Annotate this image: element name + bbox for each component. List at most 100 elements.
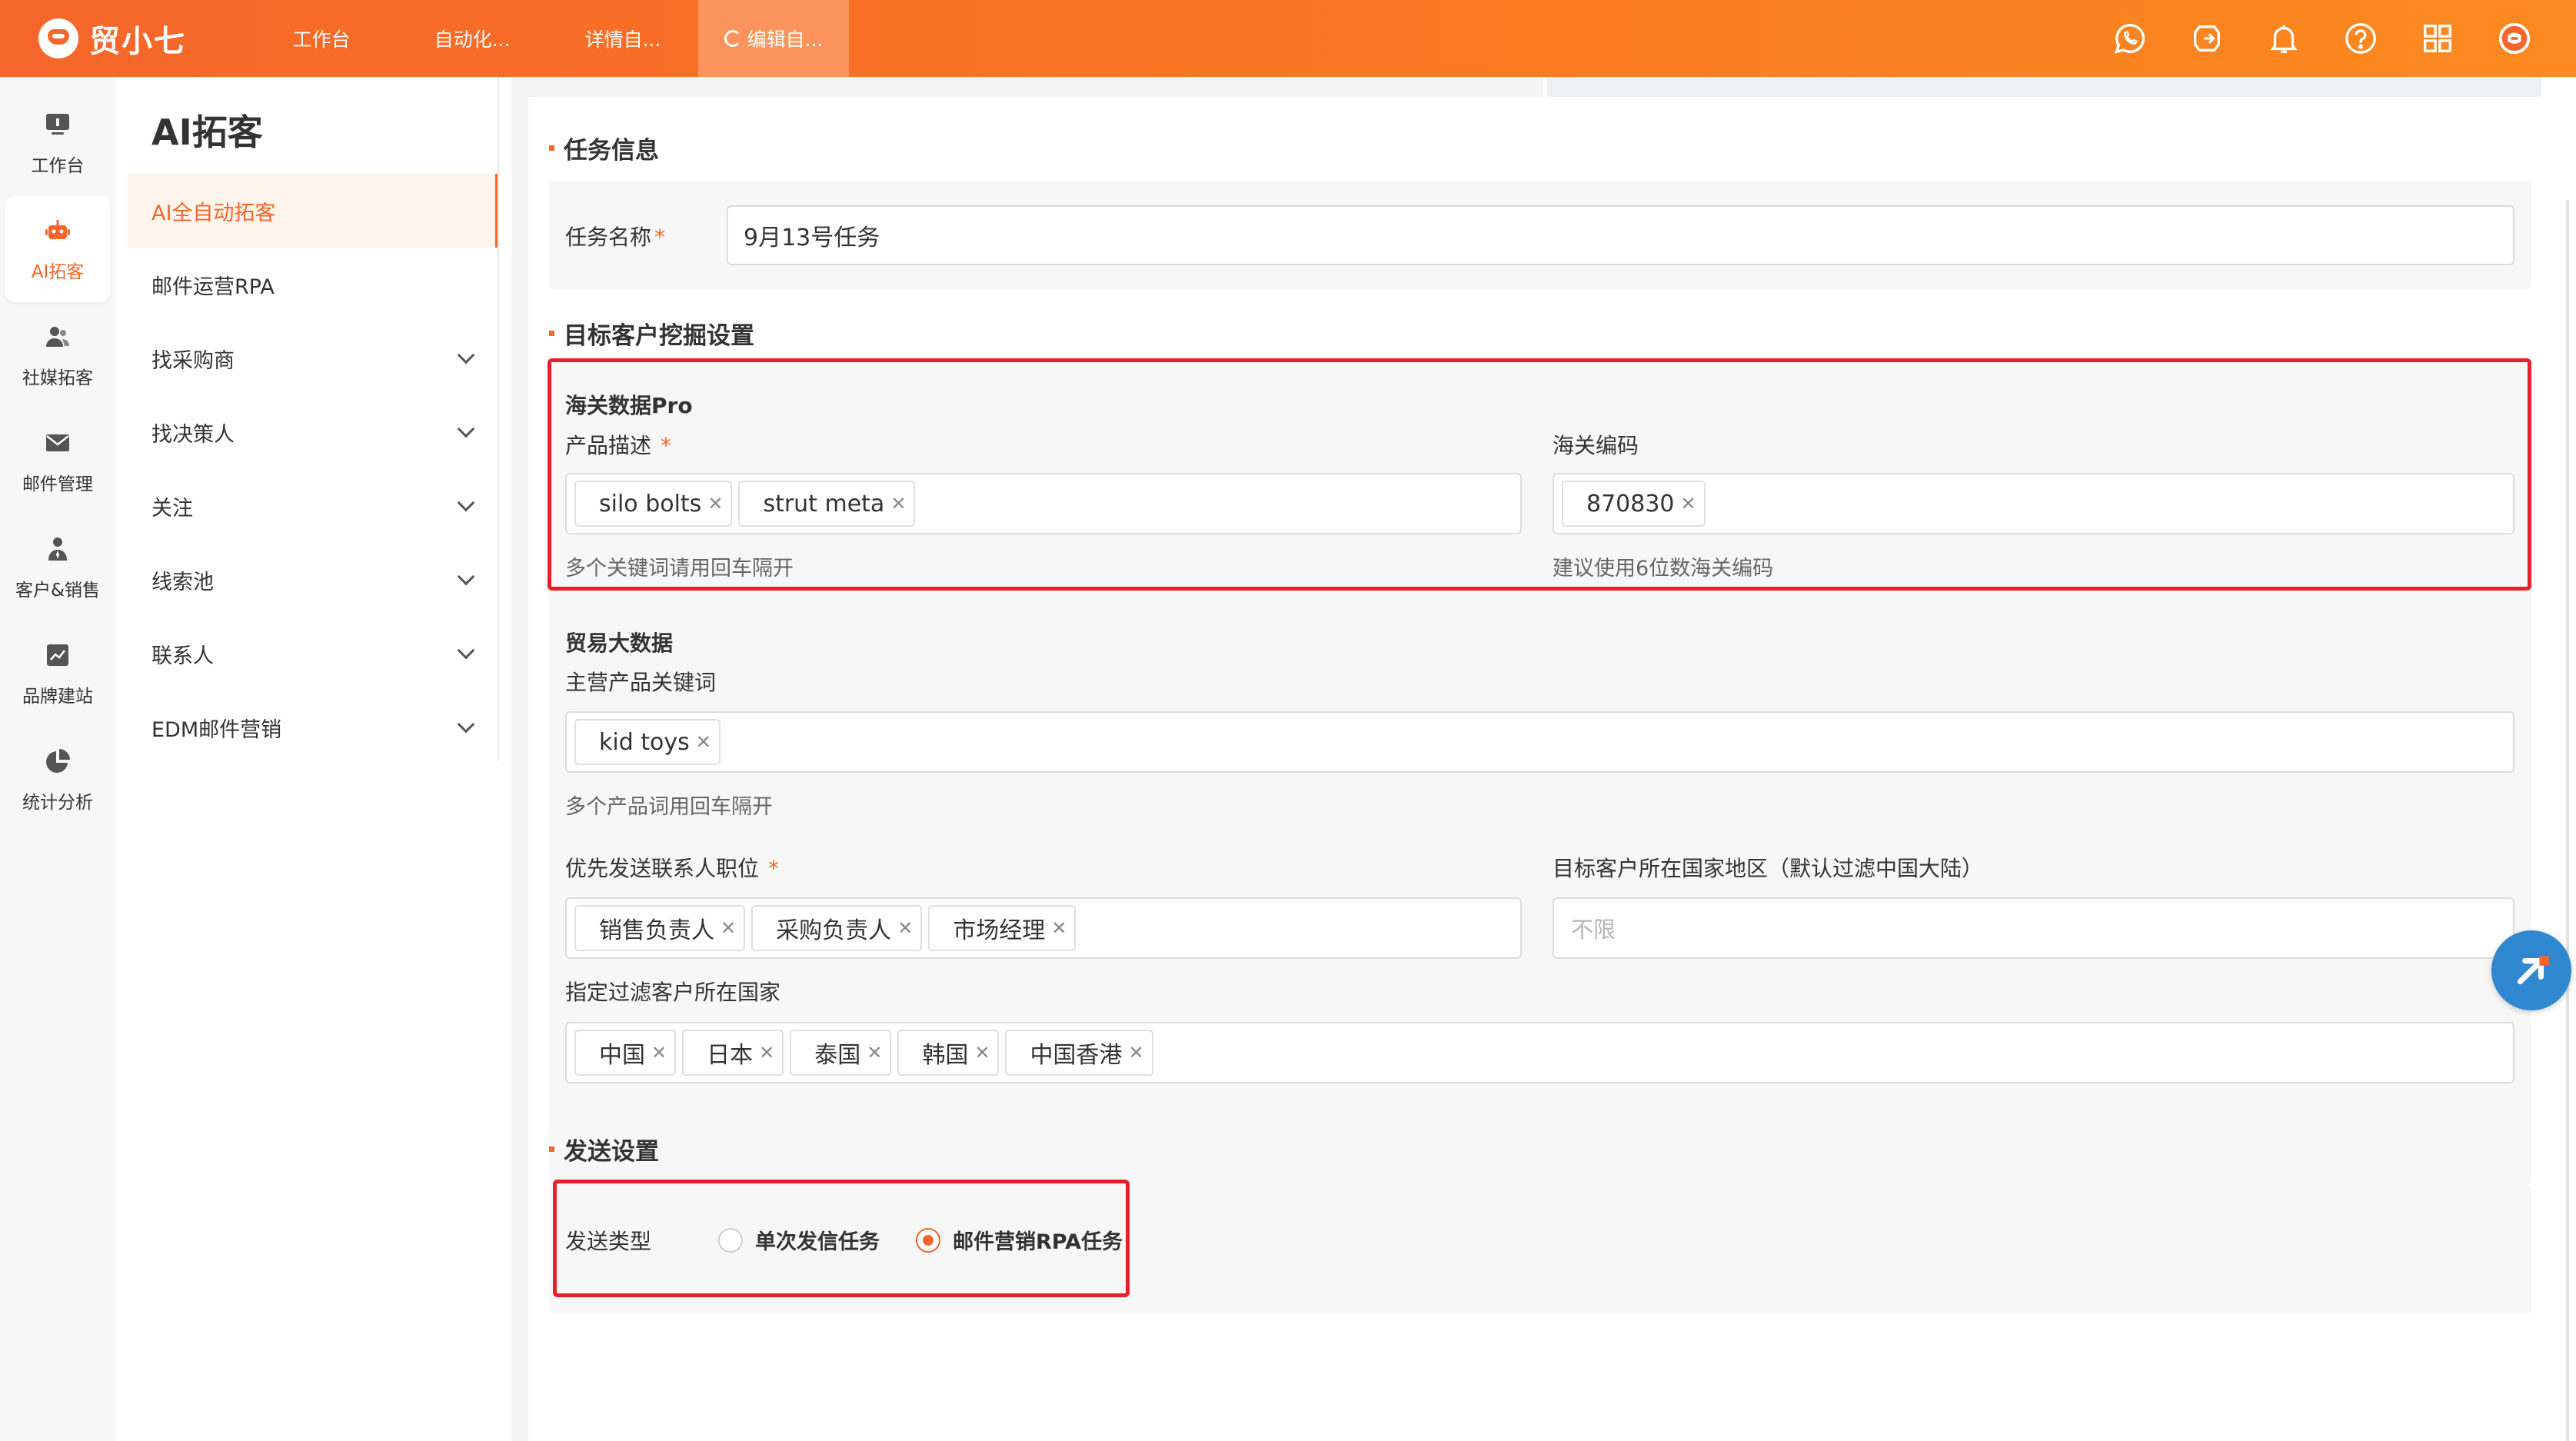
tag-text: 销售负责人 [599, 917, 714, 944]
task-name-label-text: 任务名称 [565, 225, 652, 250]
rail-item-brand-site[interactable]: 品牌建站 [5, 621, 110, 727]
subnav-item-find-buyers[interactable]: 找采购商 [128, 321, 500, 395]
app-logo[interactable]: 贸小七 [38, 16, 246, 61]
top-tab-edit-label: 编辑自... [747, 28, 824, 51]
rail-label: 品牌建站 [22, 687, 93, 707]
main-product-keywords-hint: 多个产品词用回车隔开 [565, 795, 773, 819]
chevron-down-icon [457, 346, 475, 364]
subnav-divider [498, 77, 499, 761]
monitor-icon [42, 109, 73, 140]
rail-item-mail[interactable]: 邮件管理 [5, 408, 110, 514]
chevron-down-icon [457, 715, 475, 734]
section-title-task-info: 任务信息 [549, 131, 659, 165]
chart-board-icon [42, 640, 73, 671]
tag-close-icon[interactable]: ✕ [867, 1042, 882, 1063]
positions-label-text: 优先发送联系人职位 [565, 856, 760, 881]
tag-close-icon[interactable]: ✕ [1128, 1042, 1143, 1063]
content-gutter [511, 77, 528, 1441]
tag-close-icon[interactable]: ✕ [721, 917, 736, 939]
rail-label: 统计分析 [22, 793, 93, 813]
chevron-down-icon [457, 567, 475, 586]
rail-label: AI拓客 [31, 262, 85, 282]
subnav-label: 关注 [151, 496, 193, 521]
left-rail: 工作台 AI拓客 社媒拓客 邮件管理 客户&销售 品牌建站 统计分析 [0, 77, 115, 1441]
robot-icon [42, 215, 73, 246]
tag-close-icon[interactable]: ✕ [696, 731, 711, 753]
logo-icon [38, 18, 78, 58]
subnav-title: AI拓客 [151, 111, 263, 153]
help-icon[interactable] [2322, 0, 2399, 77]
main-product-keywords-input[interactable]: kid toys ✕ [565, 711, 2514, 773]
tag-text: 韩国 [922, 1042, 969, 1069]
scrollbar[interactable] [2566, 200, 2569, 1441]
top-tab-automation[interactable]: 自动化... [397, 0, 547, 77]
subnav-label: 找决策人 [151, 422, 235, 447]
positions-tag-input[interactable]: 销售负责人 ✕ 采购负责人 ✕ 市场经理 ✕ [565, 897, 1522, 959]
subnav-item-contacts[interactable]: 联系人 [128, 617, 500, 691]
rail-item-workbench[interactable]: 工作台 [5, 90, 110, 196]
required-mark: * [768, 856, 780, 881]
rail-item-ai-prospect[interactable]: AI拓客 [5, 196, 110, 302]
top-strip [528, 77, 1543, 97]
section-title-target: 目标客户挖掘设置 [549, 316, 754, 351]
subnav-label: 邮件运营RPA [151, 275, 275, 299]
subnav-item-lead-pool[interactable]: 线索池 [128, 543, 500, 617]
mail-icon [42, 428, 73, 458]
exclude-countries-label: 指定过滤客户所在国家 [565, 980, 781, 1005]
loading-icon [724, 30, 741, 47]
trade-data-title: 贸易大数据 [565, 631, 674, 656]
tag-close-icon[interactable]: ✕ [897, 917, 913, 939]
tag: 泰国 ✕ [790, 1030, 892, 1076]
required-mark: * [654, 225, 666, 250]
chevron-down-icon [457, 420, 475, 438]
subnav-item-edm[interactable]: EDM邮件营销 [128, 691, 500, 764]
tag: 中国 ✕ [574, 1030, 677, 1076]
users-icon [42, 321, 73, 352]
region-select[interactable]: 不限 [1553, 897, 2514, 959]
subnav-label: AI全自动拓客 [151, 201, 276, 225]
subnav-item-find-decision-makers[interactable]: 找决策人 [128, 395, 500, 469]
pie-chart-icon [42, 746, 73, 777]
highlight-box-send-type [553, 1180, 1130, 1297]
rail-label: 工作台 [31, 156, 85, 176]
tag: 中国香港 ✕ [1005, 1030, 1153, 1076]
floating-action-button[interactable] [2491, 930, 2571, 1010]
section-title-send: 发送设置 [549, 1132, 659, 1166]
subnav-label: EDM邮件营销 [151, 717, 282, 742]
bell-icon[interactable] [2245, 0, 2322, 77]
tag-text: 泰国 [814, 1042, 861, 1069]
subnav-item-follow[interactable]: 关注 [128, 469, 500, 543]
tag: 日本 ✕ [682, 1030, 784, 1076]
subnav-item-ai-auto[interactable]: AI全自动拓客 [128, 174, 499, 248]
positions-label: 优先发送联系人职位 * [565, 852, 779, 883]
share-icon[interactable] [2168, 0, 2245, 77]
task-name-input[interactable]: 9月13号任务 [727, 205, 2514, 265]
rail-label: 客户&销售 [15, 581, 100, 601]
rail-item-customers[interactable]: 客户&销售 [5, 514, 110, 621]
task-name-label: 任务名称 * [565, 221, 665, 251]
chevron-down-icon [457, 641, 475, 660]
whatsapp-icon[interactable] [2092, 0, 2168, 77]
top-tab-edit[interactable]: 编辑自... [698, 0, 849, 77]
tag-close-icon[interactable]: ✕ [759, 1042, 774, 1063]
tag-text: 日本 [707, 1042, 754, 1069]
subnav-label: 找采购商 [151, 348, 235, 373]
person-icon [42, 534, 73, 564]
apps-grid-icon[interactable] [2399, 0, 2476, 77]
top-tab-detail[interactable]: 详情自... [547, 0, 698, 77]
tag: 市场经理 ✕ [928, 905, 1077, 951]
rail-item-analytics[interactable]: 统计分析 [5, 727, 110, 833]
rail-label: 邮件管理 [22, 474, 93, 494]
chevron-down-icon [457, 494, 475, 512]
rail-item-social[interactable]: 社媒拓客 [5, 302, 110, 408]
top-tab-workbench[interactable]: 工作台 [246, 0, 397, 77]
tag-close-icon[interactable]: ✕ [974, 1042, 990, 1063]
region-label: 目标客户所在国家地区（默认过滤中国大陆） [1553, 856, 1984, 881]
top-strip-right [1547, 77, 2541, 97]
tag-close-icon[interactable]: ✕ [651, 1042, 667, 1063]
task-info-panel: 任务名称 * 9月13号任务 [549, 181, 2531, 289]
tag-close-icon[interactable]: ✕ [1051, 917, 1067, 939]
exclude-countries-tag-input[interactable]: 中国 ✕ 日本 ✕ 泰国 ✕ 韩国 ✕ 中国香港 ✕ [565, 1022, 2514, 1083]
user-avatar-icon[interactable] [2476, 0, 2553, 77]
subnav-item-mail-rpa[interactable]: 邮件运营RPA [128, 248, 500, 321]
